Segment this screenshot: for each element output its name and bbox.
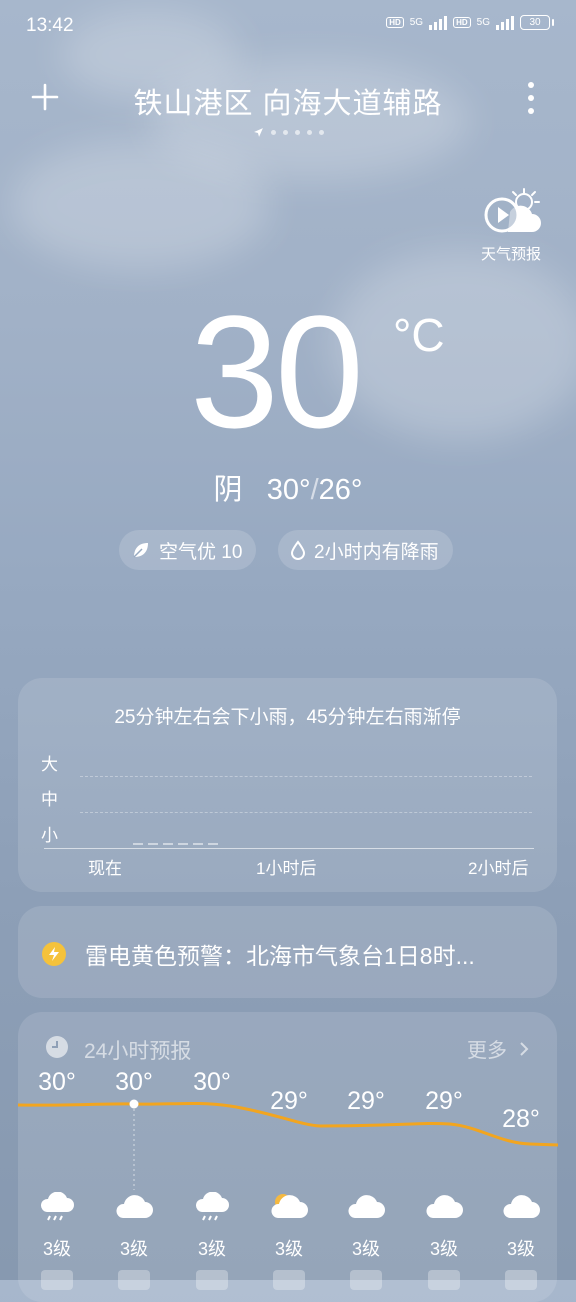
page-dot xyxy=(282,130,288,135)
condition-text: 阴 xyxy=(213,474,243,506)
cloud-icon xyxy=(426,1195,463,1218)
cloud-icon xyxy=(503,1195,540,1218)
hour-wind: 3级 xyxy=(197,1239,226,1259)
alert-text: 雷电黄色预警：北海市气象台1日8时... xyxy=(85,943,475,969)
more-menu-button[interactable] xyxy=(526,82,536,114)
hour-temp: 28° xyxy=(502,1105,540,1133)
more-label: 更多 xyxy=(467,1040,507,1062)
condition-summary: 阴 30°/26° xyxy=(0,466,576,508)
page-dot xyxy=(306,130,312,135)
low-temp: 26° xyxy=(318,474,363,506)
weather-alert-card[interactable]: 雷电黄色预警：北海市气象台1日8时... xyxy=(18,906,557,998)
hour-wind: 3级 xyxy=(429,1239,458,1259)
aqi-badge xyxy=(41,1270,73,1290)
rain-icon xyxy=(196,1192,229,1221)
hd-icon: HD xyxy=(453,16,471,28)
aqi-badge xyxy=(118,1270,150,1290)
aqi-badge xyxy=(273,1270,305,1290)
rain-amount-mark xyxy=(163,843,173,845)
network-type: 5G xyxy=(409,16,424,28)
battery-icon: 30 xyxy=(520,14,554,30)
weather-forecast-label: 天气预报 xyxy=(480,246,541,263)
network-type: 5G xyxy=(476,16,490,28)
rain-amount-mark xyxy=(208,843,218,845)
more-vertical-icon xyxy=(528,82,534,88)
x-label-1h: 1小时后 xyxy=(256,859,317,878)
status-time: 13:42 xyxy=(26,15,74,36)
temperature-unit: °C xyxy=(393,309,445,361)
leaf-icon xyxy=(133,543,148,558)
aqi-badge xyxy=(196,1270,228,1290)
rain-amount-mark xyxy=(178,843,188,845)
temp-separator: / xyxy=(310,474,319,506)
hour-wind: 3级 xyxy=(42,1239,71,1259)
partly-cloudy-icon xyxy=(271,1194,308,1218)
hour-temp: 30° xyxy=(38,1068,76,1096)
hour-wind: 3级 xyxy=(119,1239,148,1259)
grid-line xyxy=(80,812,532,813)
background-cloud xyxy=(330,250,576,440)
current-temperature: 30 xyxy=(190,282,364,461)
hour-wind: 3级 xyxy=(351,1239,380,1259)
play-sun-cloud-icon xyxy=(484,188,541,233)
weather-forecast-video-button[interactable]: 天气预报 xyxy=(478,188,544,264)
rain-amount-mark xyxy=(193,843,203,845)
aqi-badge xyxy=(505,1270,537,1290)
x-label-2h: 2小时后 xyxy=(468,859,529,878)
status-bar: 13:42 HD 5G HD 5G 30 xyxy=(0,0,576,50)
time-axis xyxy=(44,848,534,849)
y-level-light: 小 xyxy=(41,826,58,845)
system-icons: HD 5G HD 5G 30 xyxy=(386,14,554,30)
cloud-icon xyxy=(116,1195,153,1218)
rain-amount-mark xyxy=(148,843,158,845)
city-title[interactable]: 铁山港区 向海大道辅路 xyxy=(0,80,576,122)
more-button[interactable]: 更多 xyxy=(467,1034,529,1063)
grid-line xyxy=(80,776,532,777)
page-dot xyxy=(318,130,324,135)
raindrop-icon xyxy=(290,540,306,560)
air-quality-chip[interactable]: 空气优 10 xyxy=(119,530,257,570)
hour-temp: 30° xyxy=(193,1068,231,1096)
rain-icon xyxy=(41,1192,74,1221)
precipitation-summary: 25分钟左右会下小雨，45分钟左右雨渐停 xyxy=(114,707,461,728)
rain-notice-chip[interactable]: 2小时内有降雨 xyxy=(278,530,453,570)
y-level-heavy: 大 xyxy=(41,755,58,774)
top-bar: 铁山港区 向海大道辅路 xyxy=(0,70,576,130)
high-temp: 30° xyxy=(266,474,311,506)
cloud-icon xyxy=(348,1195,385,1218)
location-arrow-icon xyxy=(253,128,263,137)
signal-icon xyxy=(429,14,448,30)
page-dot xyxy=(294,130,300,135)
hd-icon: HD xyxy=(386,16,404,28)
hourly-forecast-title: 24小时预报 xyxy=(84,1040,192,1063)
precipitation-card[interactable]: 25分钟左右会下小雨，45分钟左右雨渐停 大 中 小 现在 1小时后 2小时后 xyxy=(18,678,557,892)
hour-wind: 3级 xyxy=(274,1239,303,1259)
chevron-right-icon xyxy=(520,1041,529,1056)
hour-wind: 3级 xyxy=(506,1239,535,1259)
hour-temp: 29° xyxy=(347,1087,385,1115)
aqi-badge xyxy=(350,1270,382,1290)
x-label-now: 现在 xyxy=(88,859,122,878)
y-level-medium: 中 xyxy=(41,790,58,809)
aqi-badge xyxy=(428,1270,460,1290)
rain-notice-text: 2小时内有降雨 xyxy=(314,541,439,563)
hour-temp: 30° xyxy=(115,1068,153,1096)
clock-icon xyxy=(46,1036,68,1058)
air-quality-text: 空气优 10 xyxy=(159,541,243,563)
rain-amount-mark xyxy=(133,843,143,845)
hour-temp: 29° xyxy=(270,1087,308,1115)
signal-icon xyxy=(496,14,514,30)
hour-temp: 29° xyxy=(425,1087,463,1115)
lightning-icon xyxy=(42,942,66,966)
page-dot xyxy=(270,130,276,135)
city-page-indicator xyxy=(0,127,576,138)
